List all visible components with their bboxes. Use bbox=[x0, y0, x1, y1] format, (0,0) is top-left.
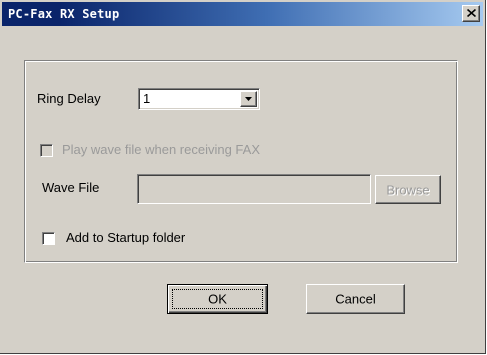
ok-button-label: OK bbox=[208, 291, 227, 307]
close-button[interactable] bbox=[462, 5, 480, 22]
wave-file-label: Wave File bbox=[42, 180, 100, 195]
browse-button-label: Browse bbox=[386, 182, 430, 197]
title-bar[interactable]: PC-Fax RX Setup bbox=[2, 2, 483, 26]
startup-folder-label: Add to Startup folder bbox=[66, 230, 186, 245]
cancel-button[interactable]: Cancel bbox=[306, 284, 405, 314]
startup-folder-checkbox[interactable] bbox=[42, 232, 55, 245]
ring-delay-value: 1 bbox=[143, 91, 151, 106]
ok-button[interactable]: OK bbox=[167, 284, 268, 314]
ring-delay-dropdown-button[interactable] bbox=[240, 91, 257, 107]
wave-file-input[interactable] bbox=[137, 174, 371, 204]
play-wave-label: Play wave file when receiving FAX bbox=[62, 142, 260, 157]
ring-delay-label: Ring Delay bbox=[37, 91, 101, 106]
ring-delay-select[interactable]: 1 bbox=[138, 88, 260, 110]
browse-button[interactable]: Browse bbox=[375, 175, 441, 204]
pc-fax-rx-setup-dialog: PC-Fax RX Setup Ring Delay 1 Play wave f… bbox=[0, 0, 486, 354]
close-icon bbox=[467, 9, 476, 17]
cancel-button-label: Cancel bbox=[335, 291, 376, 307]
play-wave-checkbox[interactable] bbox=[40, 144, 53, 157]
window-title: PC-Fax RX Setup bbox=[8, 7, 120, 21]
chevron-down-icon bbox=[245, 97, 252, 101]
